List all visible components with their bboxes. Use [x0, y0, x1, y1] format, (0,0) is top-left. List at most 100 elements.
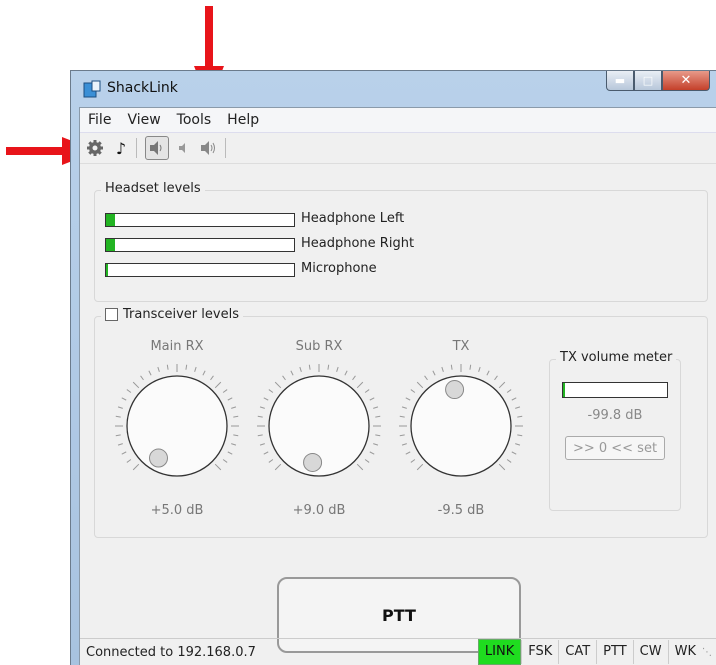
- knob-tick: [369, 451, 375, 455]
- knob-tick: [140, 375, 144, 381]
- transceiver-levels-group: Transceiver levels Main RX +5.0 dB Sub R…: [94, 307, 708, 538]
- knob-tick: [132, 381, 140, 389]
- title-bar[interactable]: ShackLink ▬ □ ✕: [71, 71, 716, 107]
- knob-tick: [450, 364, 453, 370]
- knob-tick: [469, 364, 472, 370]
- sub-rx-knob[interactable]: [254, 361, 384, 491]
- maximize-button[interactable]: □: [634, 71, 662, 91]
- close-icon: ✕: [680, 73, 692, 88]
- close-button[interactable]: ✕: [662, 71, 710, 91]
- knob-tick: [274, 463, 282, 471]
- knob-tick: [121, 397, 127, 401]
- knob-tick: [373, 443, 379, 446]
- headphone-right-meter: [105, 238, 295, 252]
- knob-tick: [117, 443, 123, 446]
- knob-tick: [517, 415, 523, 418]
- knob-tick: [290, 370, 294, 376]
- menu-file[interactable]: File: [80, 112, 119, 128]
- knob-tick: [506, 459, 512, 463]
- knob-tick: [399, 434, 405, 437]
- volume-low-icon: [179, 143, 185, 153]
- speaker-button[interactable]: [145, 136, 169, 160]
- knob-tick: [410, 389, 416, 393]
- main-rx-label: Main RX: [150, 339, 204, 354]
- set-zero-button[interactable]: >> 0 << set: [565, 436, 665, 460]
- knob-tick: [511, 397, 517, 401]
- main-rx-knob[interactable]: [112, 361, 242, 491]
- speaker-waves-icon: [201, 141, 215, 155]
- status-fsk: FSK: [521, 640, 558, 664]
- knob-tick: [166, 364, 169, 370]
- knob-tick: [263, 451, 269, 455]
- knob-tick: [126, 459, 132, 463]
- tx-volume-value: -99.8 dB: [587, 408, 643, 423]
- settings-button[interactable]: [84, 137, 106, 159]
- knob-tick: [375, 415, 381, 418]
- knob-tick: [268, 389, 274, 393]
- menu-help[interactable]: Help: [219, 112, 267, 128]
- knob-tick: [515, 406, 521, 409]
- status-link: LINK: [477, 639, 522, 665]
- minimize-button[interactable]: ▬: [606, 71, 634, 91]
- knob-body[interactable]: [126, 375, 228, 477]
- sub-rx-value: +9.0 dB: [292, 503, 346, 518]
- music-note-icon: ♪: [115, 138, 127, 158]
- knob-tick: [214, 381, 222, 389]
- knob-tick: [399, 415, 405, 418]
- status-bar: Connected to 192.168.0.7 LINK FSK CAT PT…: [80, 638, 716, 665]
- headset-levels-group: Headset levels Headphone Left Headphone …: [94, 181, 708, 302]
- knob-tick: [336, 366, 339, 372]
- menu-view[interactable]: View: [119, 112, 168, 128]
- knob-tick: [214, 463, 222, 471]
- toolbar-separator: [136, 138, 137, 158]
- knob-tick: [259, 406, 265, 409]
- gear-icon: [87, 140, 103, 156]
- knob-tick: [185, 364, 188, 370]
- headphone-left-label: Headphone Left: [301, 211, 405, 226]
- status-ptt: PTT: [596, 640, 633, 664]
- transceiver-legend: Transceiver levels: [101, 307, 243, 322]
- knob-tick: [344, 370, 348, 376]
- volume-low-button[interactable]: [173, 137, 195, 159]
- knob-tick: [202, 370, 206, 376]
- knob-tick: [486, 370, 490, 376]
- window-title: ShackLink: [107, 80, 178, 96]
- knob-tick: [257, 434, 263, 437]
- knob-tick: [117, 406, 123, 409]
- knob-tick: [222, 389, 228, 393]
- knob-tick: [416, 381, 424, 389]
- knob-tick: [432, 370, 436, 376]
- knob-tick: [194, 366, 197, 372]
- speaker-waves-button[interactable]: [199, 137, 221, 159]
- menu-tools[interactable]: Tools: [169, 112, 220, 128]
- knob-tick: [115, 415, 121, 418]
- knob-tick: [148, 370, 152, 376]
- transceiver-levels-checkbox[interactable]: [105, 308, 118, 321]
- headphone-right-label: Headphone Right: [301, 236, 415, 251]
- knob-tick: [282, 375, 286, 381]
- knob-tick: [263, 397, 269, 401]
- knob-tick: [410, 459, 416, 463]
- tx-knob[interactable]: [396, 361, 526, 491]
- maximize-icon: □: [642, 74, 654, 87]
- app-window: ShackLink ▬ □ ✕ File View Tools Help ♪ H…: [70, 70, 716, 665]
- knob-tick: [259, 443, 265, 446]
- knob-tick: [478, 366, 481, 372]
- knob-tick: [364, 389, 370, 393]
- knob-tick: [373, 406, 379, 409]
- knob-tick: [227, 397, 233, 401]
- headphone-left-meter: [105, 213, 295, 227]
- resize-grip-icon[interactable]: ⋱: [702, 647, 716, 658]
- knob-tick: [511, 451, 517, 455]
- knob-tick: [356, 463, 364, 471]
- knob-tick: [498, 381, 506, 389]
- knob-tick: [126, 389, 132, 393]
- knob-tick: [227, 451, 233, 455]
- main-rx-value: +5.0 dB: [150, 503, 204, 518]
- knob-tick: [327, 364, 330, 370]
- transceiver-levels-label: Transceiver levels: [123, 307, 239, 322]
- speaker-icon: [150, 141, 162, 155]
- knob-tick: [121, 451, 127, 455]
- knob-tick: [405, 451, 411, 455]
- music-button[interactable]: ♪: [110, 137, 132, 159]
